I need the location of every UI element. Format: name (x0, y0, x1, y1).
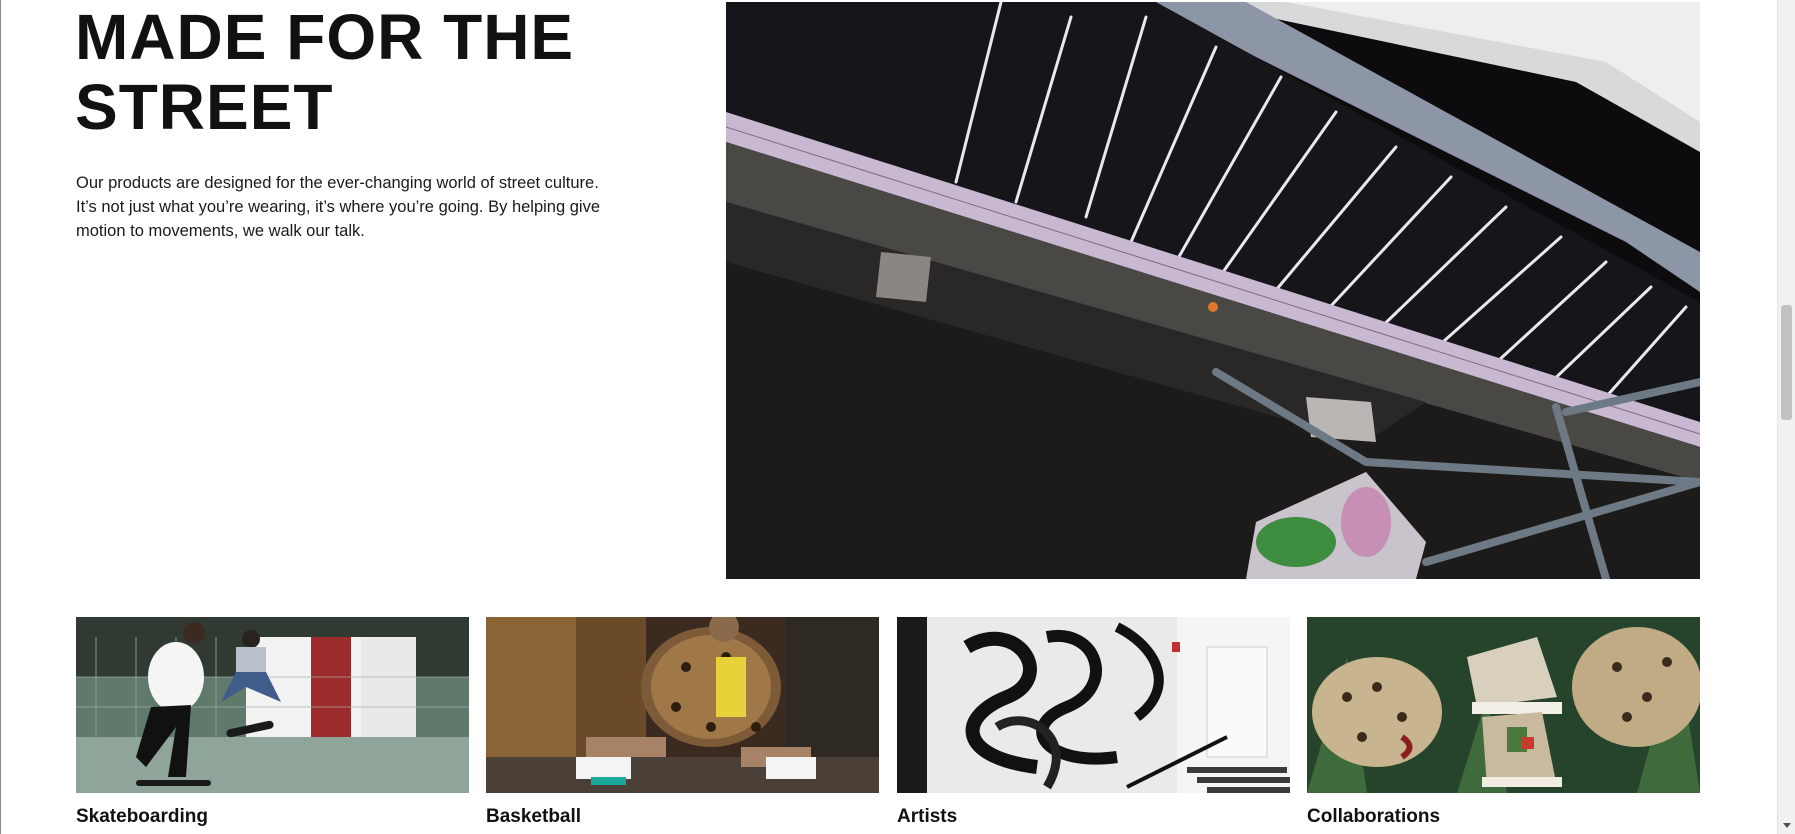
tile-artists[interactable]: Artists (897, 617, 1290, 828)
leopard-sneakers-photo-icon (1307, 617, 1700, 793)
page-title-line-2: STREET (75, 71, 334, 143)
hero-description-line-1: Our products are designed for the ever-c… (76, 174, 599, 192)
tile-basketball-image[interactable] (486, 617, 879, 793)
scrollbar-thumb[interactable] (1781, 305, 1792, 420)
page-title-line-1: MADE FOR THE (75, 1, 575, 73)
tile-artists-image[interactable] (897, 617, 1290, 793)
window-left-border (0, 0, 1, 834)
page-title: MADE FOR THE STREET (75, 2, 635, 142)
hero-street-image (726, 2, 1700, 579)
tile-skateboarding[interactable]: Skateboarding (76, 617, 469, 828)
scroll-down-arrow-icon[interactable] (1783, 823, 1791, 828)
graffiti-art-photo-icon (897, 617, 1290, 793)
skateboarding-photo-icon (76, 617, 469, 793)
tile-skateboarding-label[interactable]: Skateboarding (76, 806, 469, 828)
tile-basketball-label[interactable]: Basketball (486, 806, 879, 828)
tile-collaborations[interactable]: Collaborations (1307, 617, 1700, 828)
hero-description-line-3: motion to movements, we walk our talk. (76, 222, 365, 240)
tile-collaborations-image[interactable] (1307, 617, 1700, 793)
tile-basketball[interactable]: Basketball (486, 617, 879, 828)
hero-description-line-2: It’s not just what you’re wearing, it’s … (76, 198, 601, 216)
basketball-photo-icon (486, 617, 879, 793)
vertical-scrollbar[interactable] (1777, 0, 1795, 834)
tile-skateboarding-image[interactable] (76, 617, 469, 793)
tile-artists-label[interactable]: Artists (897, 806, 1290, 828)
hero-description: Our products are designed for the ever-c… (76, 171, 646, 243)
street-overpass-photo-icon (726, 2, 1700, 579)
tile-collaborations-label[interactable]: Collaborations (1307, 806, 1700, 828)
